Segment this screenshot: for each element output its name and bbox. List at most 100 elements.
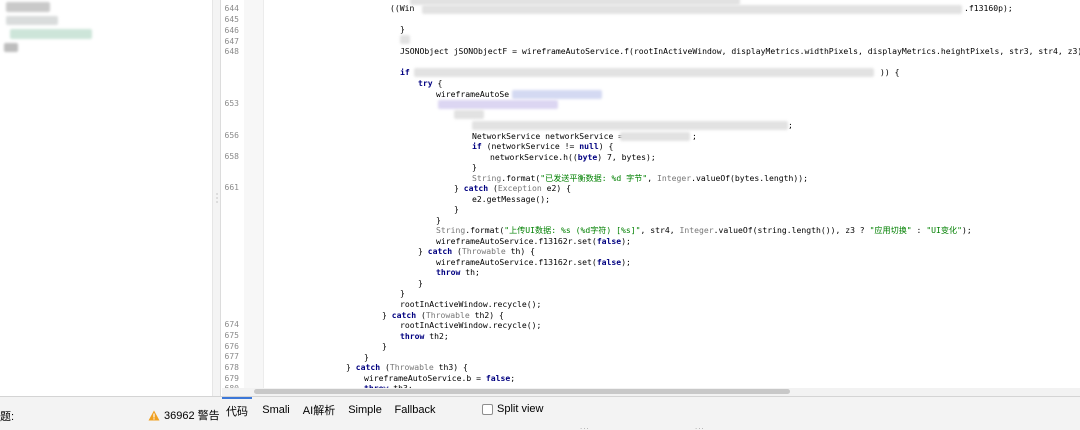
code-text: wireframeAutoService.f13162r.set( <box>436 236 597 246</box>
fold-gutter[interactable] <box>244 0 264 396</box>
tab-smali[interactable]: Smali <box>260 397 292 423</box>
code-text: NetworkService networkService = <box>472 131 624 141</box>
code-text: ( <box>452 246 462 256</box>
code-text: ; <box>510 373 516 383</box>
resize-grip-icon[interactable]: ··· <box>695 425 705 430</box>
redacted-code <box>620 132 690 141</box>
code-text: th2; <box>424 331 449 341</box>
tree-item-blurred[interactable] <box>10 29 92 39</box>
line-number: 653 <box>224 99 239 108</box>
code-editor[interactable]: 644 645 646 647 648 653 656 658 661 674 … <box>222 0 1080 396</box>
code-text: th) { <box>505 246 535 256</box>
code-line: wireframeAutoService.f13162r.set(false); <box>436 236 631 246</box>
code-line: wireframeAutoService.b = false; <box>364 373 515 383</box>
line-number: 646 <box>224 26 239 35</box>
code-keyword: if <box>400 67 410 77</box>
splitter-grip-icon[interactable]: · · · <box>214 191 220 207</box>
code-type: String <box>472 173 502 183</box>
code-line: ; <box>692 131 697 141</box>
code-text: wireframeAutoSe <box>436 89 510 99</box>
redacted-code <box>512 90 602 99</box>
redacted-code <box>438 100 558 109</box>
tree-item-blurred[interactable] <box>6 16 58 25</box>
code-text: , str4, <box>640 225 680 235</box>
code-text: } <box>418 246 428 256</box>
code-text: rootInActiveWindow.recycle(); <box>400 320 542 330</box>
code-keyword: catch <box>355 362 381 372</box>
bottom-status-bar: 题: 36962 警告 代码 Smali AI解析 Simple Fallbac… <box>0 396 1080 430</box>
code-text: (networkService != <box>481 141 580 151</box>
tree-item-blurred[interactable] <box>4 43 18 52</box>
warning-indicator[interactable]: 36962 警告 <box>148 407 220 423</box>
panel-splitter[interactable]: · · · <box>213 0 221 396</box>
warning-count: 36962 警告 <box>164 410 220 422</box>
code-keyword: byte <box>577 152 598 162</box>
code-text: th; <box>460 267 480 277</box>
code-text: } <box>436 215 441 225</box>
line-number: 644 <box>224 4 239 13</box>
code-text: )) { <box>880 67 900 77</box>
tab-ai-analysis[interactable]: AI解析 <box>300 397 338 423</box>
code-line: String.format("已发送平衡数据: %d 字节", Integer.… <box>472 173 808 183</box>
line-number: 647 <box>224 37 239 46</box>
code-keyword: try <box>418 78 433 88</box>
line-number: 679 <box>224 374 239 383</box>
code-type: Throwable <box>425 310 470 320</box>
tab-simple[interactable]: Simple <box>346 397 384 423</box>
code-line: } <box>454 204 459 214</box>
code-line: String.format("上传UI数据: %s (%d字符) [%s]", … <box>436 225 972 235</box>
resize-grip-icon[interactable]: ··· <box>580 425 590 430</box>
tab-code[interactable]: 代码 <box>222 397 252 423</box>
tab-fallback[interactable]: Fallback <box>392 397 438 423</box>
code-keyword: catch <box>391 310 417 320</box>
code-line: } catch (Exception e2) { <box>454 183 571 193</box>
code-text: } <box>472 162 477 172</box>
code-text: networkService.h(( <box>490 152 578 162</box>
code-type: Throwable <box>389 362 434 372</box>
code-keyword: if <box>472 141 482 151</box>
line-number: 658 <box>224 152 239 161</box>
code-text: th3) { <box>433 362 468 372</box>
code-line: } <box>382 341 387 351</box>
code-text: ( <box>416 310 426 320</box>
code-line: ; <box>788 120 793 130</box>
line-number: 656 <box>224 131 239 140</box>
code-text: rootInActiveWindow.recycle(); <box>400 299 542 309</box>
code-text: ; <box>692 131 697 141</box>
code-line: e2.getMessage(); <box>472 194 550 204</box>
code-text: } <box>382 341 387 351</box>
code-text: ( <box>380 362 390 372</box>
code-text: ); <box>621 257 631 267</box>
code-text: } <box>418 278 423 288</box>
code-keyword: catch <box>463 183 489 193</box>
code-line: } catch (Throwable th2) { <box>382 310 504 320</box>
code-text: ) { <box>598 141 614 151</box>
redacted-code <box>472 121 788 130</box>
code-type: Integer <box>679 225 714 235</box>
split-view-checkbox[interactable] <box>482 403 493 415</box>
code-line: networkService.h((byte) 7, bytes); <box>490 152 656 162</box>
code-keyword: false <box>596 257 622 267</box>
code-text: } <box>454 183 464 193</box>
line-number: 678 <box>224 363 239 372</box>
redacted-code <box>422 5 962 14</box>
code-keyword: throw <box>400 331 425 341</box>
code-line: } <box>400 24 405 34</box>
code-type: Exception <box>497 183 542 193</box>
code-text: ( <box>488 183 498 193</box>
code-text: e2) { <box>541 183 571 193</box>
code-line: NetworkService networkService = <box>472 131 623 141</box>
code-type: String <box>436 225 466 235</box>
split-view-toggle[interactable]: Split view <box>482 403 543 415</box>
code-text: wireframeAutoService.b = <box>364 373 486 383</box>
code-text: } <box>364 352 369 362</box>
code-line: wireframeAutoService.f13162r.set(false); <box>436 257 631 267</box>
code-text: .valueOf(string.length()), z3 ? <box>713 225 870 235</box>
horizontal-scrollbar-thumb[interactable] <box>254 389 790 394</box>
code-line: rootInActiveWindow.recycle(); <box>400 320 541 330</box>
code-line: throw th2; <box>400 331 449 341</box>
code-text: e2.getMessage(); <box>472 194 550 204</box>
project-tree-panel[interactable] <box>0 0 213 396</box>
code-line: if (networkService != null) { <box>472 141 613 151</box>
tree-item-blurred[interactable] <box>6 2 50 12</box>
